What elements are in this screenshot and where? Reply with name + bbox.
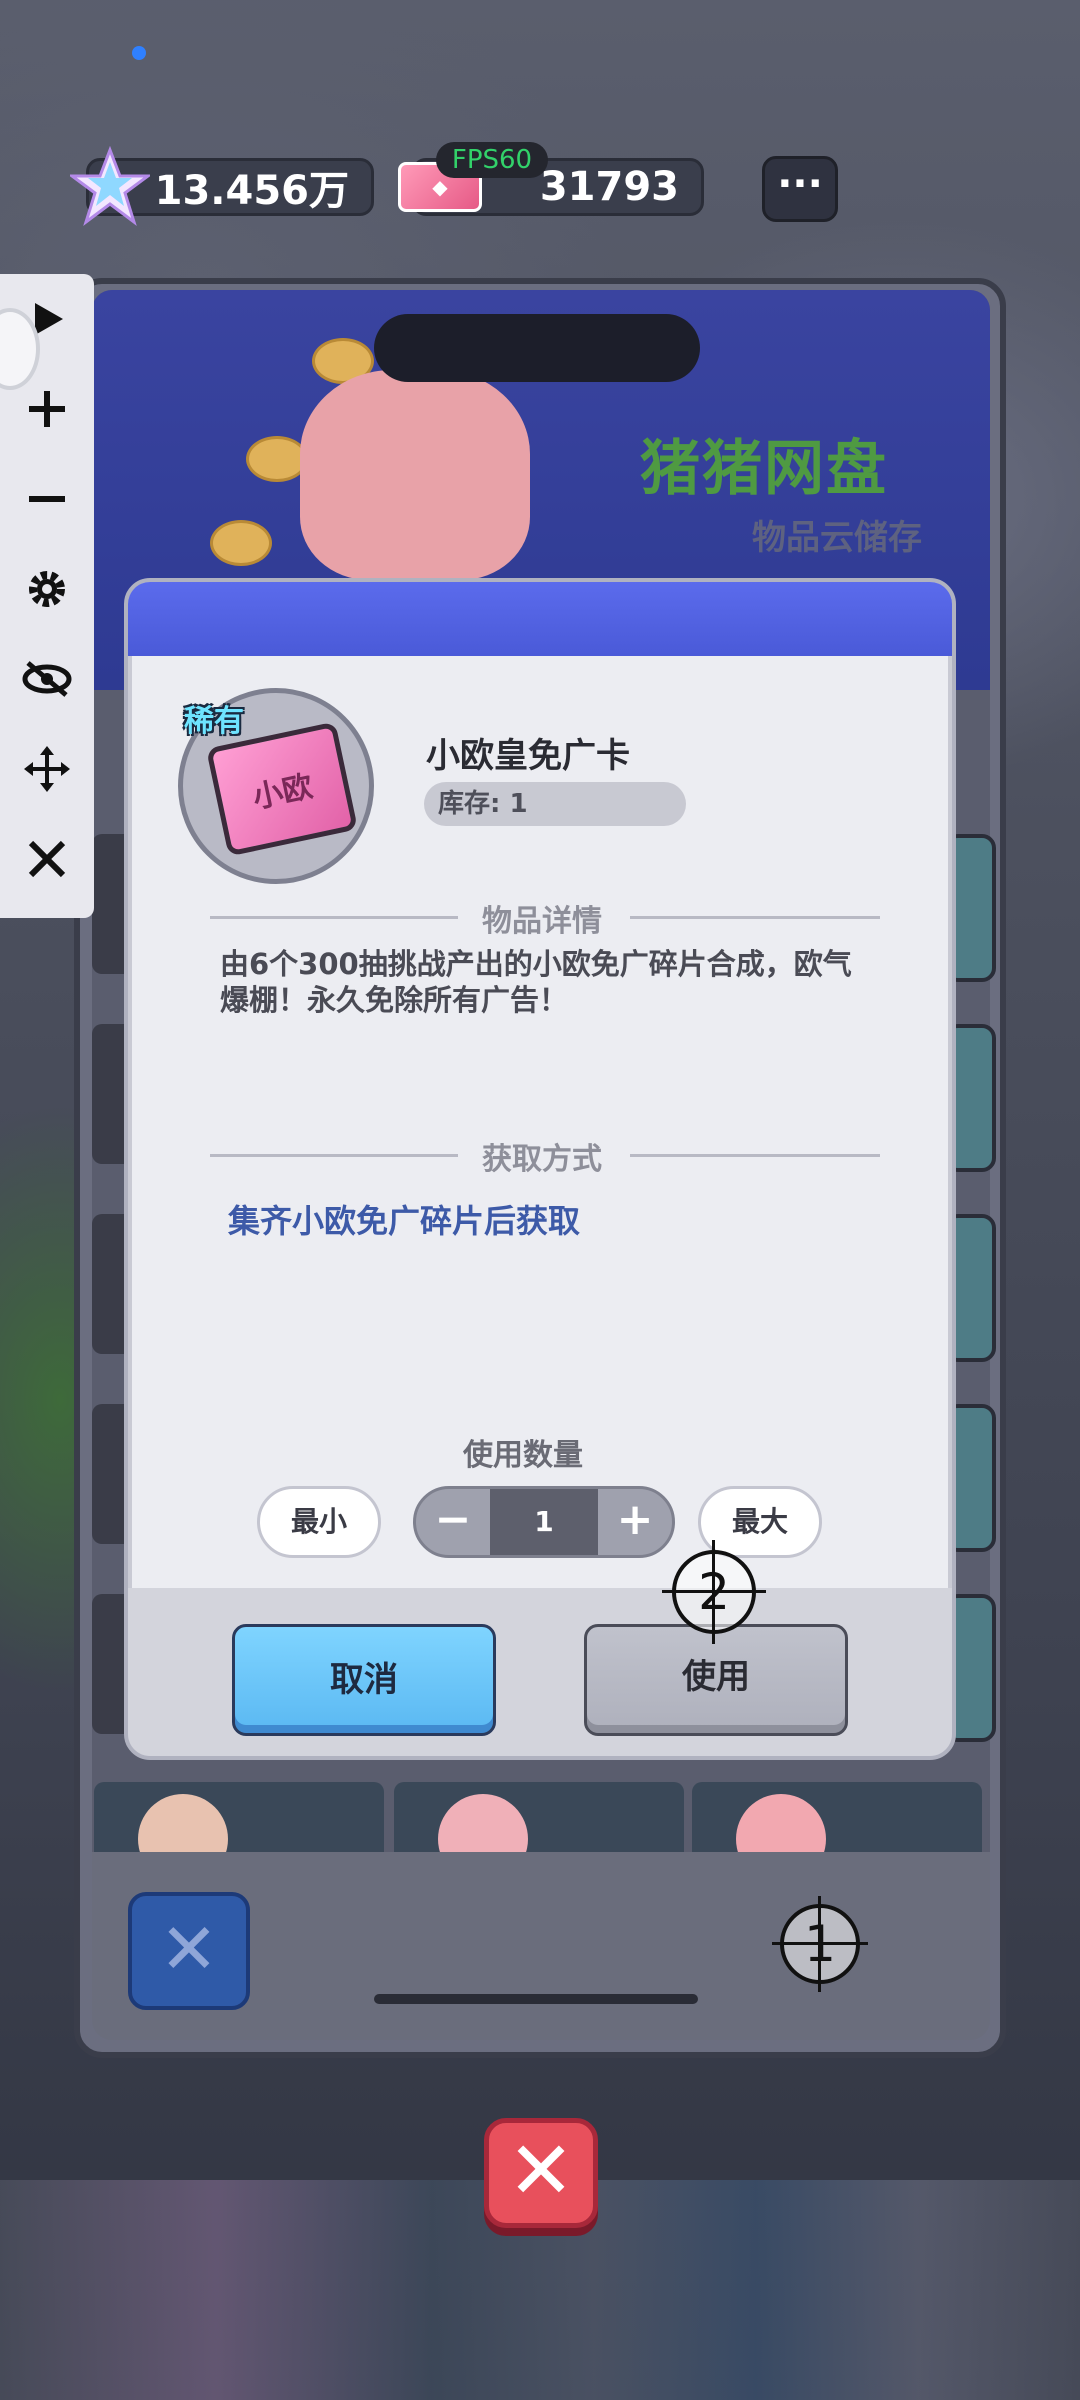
status-indicator-dot bbox=[132, 46, 146, 60]
tickets-value: 31793 bbox=[539, 164, 679, 210]
coin-icon bbox=[210, 520, 272, 566]
item-image-text: 小欧 bbox=[249, 769, 316, 816]
item-name: 小欧皇免广卡 bbox=[426, 736, 630, 776]
eye-off-icon[interactable] bbox=[0, 634, 94, 724]
divider bbox=[210, 1154, 458, 1157]
gear-icon[interactable] bbox=[0, 544, 94, 634]
rarity-badge: 稀有 bbox=[184, 704, 244, 739]
details-section-title: 物品详情 bbox=[482, 904, 602, 939]
cancel-button[interactable]: 取消 bbox=[232, 1624, 496, 1736]
close-icon[interactable] bbox=[0, 814, 94, 904]
camera-notch bbox=[374, 314, 700, 382]
item-detail-dialog: 小欧 稀有 小欧皇免广卡 库存: 1 物品详情 由6个300抽挑战产出的小欧免广… bbox=[124, 578, 956, 1760]
character-card[interactable] bbox=[692, 1782, 982, 1852]
character-card[interactable] bbox=[394, 1782, 684, 1852]
more-options-button[interactable]: ··· bbox=[762, 156, 838, 222]
panel-close-button[interactable]: ✕ bbox=[128, 1892, 250, 2010]
star-currency-icon bbox=[70, 146, 150, 226]
banner-subtitle: 物品云储存 bbox=[752, 518, 922, 558]
character-avatar bbox=[736, 1794, 826, 1852]
banner-title: 猪猪网盘 bbox=[640, 434, 888, 504]
home-indicator bbox=[374, 1994, 698, 2004]
fps-counter: FPS60 bbox=[436, 142, 548, 178]
minus-icon[interactable] bbox=[0, 454, 94, 544]
pig-mascot-illustration bbox=[300, 370, 530, 580]
divider bbox=[630, 1154, 880, 1157]
quantity-title: 使用数量 bbox=[463, 1438, 583, 1473]
divider bbox=[210, 916, 458, 919]
item-description: 由6个300抽挑战产出的小欧免广碎片合成，欧气爆棚！永久免除所有广告！ bbox=[220, 947, 852, 1017]
stars-value: 13.456万 bbox=[154, 168, 349, 214]
character-card[interactable] bbox=[94, 1782, 384, 1852]
increment-button[interactable]: + bbox=[598, 1489, 672, 1555]
acquire-section-title: 获取方式 bbox=[482, 1142, 602, 1177]
character-avatar bbox=[138, 1794, 228, 1852]
stock-label: 库存: 1 bbox=[424, 782, 686, 826]
dialog-header bbox=[128, 582, 952, 656]
divider bbox=[630, 916, 880, 919]
min-quantity-button[interactable]: 最小 bbox=[257, 1486, 381, 1558]
decrement-button[interactable]: − bbox=[416, 1489, 490, 1555]
move-icon[interactable] bbox=[0, 724, 94, 814]
touch-marker-2: 2 bbox=[662, 1540, 766, 1644]
touch-marker-1: 1 bbox=[772, 1896, 868, 1992]
acquire-method-text: 集齐小欧免广碎片后获取 bbox=[228, 1202, 581, 1240]
quantity-stepper: − 1 + bbox=[413, 1486, 675, 1558]
quantity-value[interactable]: 1 bbox=[490, 1489, 598, 1555]
coin-icon bbox=[246, 436, 308, 482]
bottom-close-button[interactable]: ✕ bbox=[484, 2118, 598, 2228]
character-avatar bbox=[438, 1794, 528, 1852]
